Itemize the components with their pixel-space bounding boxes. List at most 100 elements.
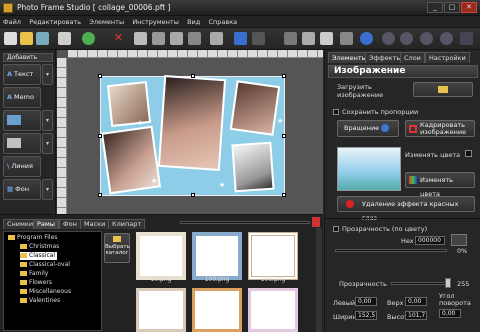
copy-icon[interactable]: [302, 32, 315, 45]
menu-view[interactable]: Вид: [184, 16, 203, 28]
frame-thumbnail[interactable]: [136, 232, 186, 280]
paste-icon[interactable]: [320, 32, 333, 45]
zoom-in-icon[interactable]: [382, 32, 395, 45]
crop-button[interactable]: Кадрировать изображение: [405, 120, 475, 137]
shape-dropdown[interactable]: ▾: [42, 133, 53, 154]
resize-handle[interactable]: [98, 134, 102, 138]
zoom-actual-icon[interactable]: [440, 32, 453, 45]
add-shape-button[interactable]: [3, 133, 41, 154]
frame-thumbnail[interactable]: [248, 232, 298, 280]
menu-elements[interactable]: Элементы: [86, 16, 127, 28]
rotate-button[interactable]: Вращение: [337, 120, 399, 137]
tree-item[interactable]: Valentines: [20, 297, 60, 305]
resize-handle[interactable]: [191, 74, 195, 78]
change-color-checkbox[interactable]: [465, 150, 472, 157]
zoom-100-icon[interactable]: [420, 32, 433, 45]
resize-handle[interactable]: [282, 193, 286, 197]
left-input[interactable]: 0,00: [355, 297, 377, 306]
tab-masks[interactable]: Маски: [80, 219, 110, 229]
tree-item[interactable]: Family: [20, 270, 48, 278]
add-icon[interactable]: [82, 32, 95, 45]
layer-up-icon[interactable]: [170, 32, 183, 45]
duplicate-icon[interactable]: [340, 32, 353, 45]
photo-1[interactable]: [106, 81, 152, 127]
background-dropdown[interactable]: ▾: [42, 179, 53, 200]
choose-catalog-button[interactable]: Выбрать каталог: [104, 233, 130, 263]
layer-front-icon[interactable]: [134, 32, 147, 45]
thumbnail-scrollbar[interactable]: [316, 228, 322, 332]
thumb-size-slider[interactable]: [180, 221, 310, 224]
folder-tree[interactable]: Program Files Christmas Classical Classi…: [3, 231, 102, 331]
tab-layers[interactable]: Слои: [400, 52, 425, 63]
hex-input[interactable]: 000000: [415, 236, 445, 245]
menu-help[interactable]: Справка: [205, 16, 240, 28]
transparency-checkbox[interactable]: Прозрачность (по цвету): [333, 225, 427, 233]
zoom-out-icon[interactable]: [400, 32, 413, 45]
add-memo-button[interactable]: A Memo: [3, 87, 41, 108]
minimize-button[interactable]: _: [427, 2, 443, 13]
frame-thumbnail[interactable]: [192, 288, 242, 332]
frame-thumbnail[interactable]: [248, 288, 298, 332]
tree-item[interactable]: Miscellaneous: [20, 288, 71, 296]
trash-icon[interactable]: [312, 217, 320, 227]
keep-proportions-checkbox[interactable]: Сохранить пропорции: [333, 108, 418, 116]
opacity-slider[interactable]: [391, 282, 451, 285]
tree-item[interactable]: Program Files: [8, 234, 57, 242]
eyedropper-icon[interactable]: [451, 234, 467, 246]
cut-icon[interactable]: [284, 32, 297, 45]
photo-2[interactable]: [157, 74, 227, 172]
transparency-slider[interactable]: [335, 249, 447, 252]
maximize-button[interactable]: □: [444, 2, 460, 13]
open-folder-icon[interactable]: [20, 32, 33, 45]
menu-file[interactable]: Файл: [0, 16, 24, 28]
frame-thumbnail[interactable]: [136, 288, 186, 332]
resize-handle[interactable]: [282, 74, 286, 78]
menu-tools[interactable]: Инструменты: [129, 16, 182, 28]
redo-icon[interactable]: [252, 32, 265, 45]
tree-item[interactable]: Christmas: [20, 243, 59, 251]
height-input[interactable]: 101,7: [405, 311, 427, 320]
layer-back-icon[interactable]: [152, 32, 165, 45]
image-dropdown[interactable]: ▾: [42, 110, 53, 131]
photo-5[interactable]: [231, 141, 275, 193]
print-icon[interactable]: [58, 32, 71, 45]
tab-settings[interactable]: Настройки: [425, 52, 470, 63]
align-icon[interactable]: [210, 32, 223, 45]
top-input[interactable]: 0,00: [405, 297, 427, 306]
menu-edit[interactable]: Редактировать: [26, 16, 84, 28]
tab-frames[interactable]: Рамы: [33, 219, 59, 229]
tab-snapshots[interactable]: Снимки: [3, 219, 38, 229]
resize-handle[interactable]: [191, 193, 195, 197]
tree-item[interactable]: Flowers: [20, 279, 52, 287]
delete-icon[interactable]: ✕: [112, 32, 125, 45]
tree-item-selected[interactable]: Classical: [20, 252, 58, 260]
resize-handle[interactable]: [282, 134, 286, 138]
new-file-icon[interactable]: [4, 32, 17, 45]
tree-item[interactable]: Classical-oval: [20, 261, 70, 269]
undo-icon[interactable]: [234, 32, 247, 45]
frame-thumbnail[interactable]: [192, 232, 242, 280]
save-icon[interactable]: [36, 32, 49, 45]
add-image-button[interactable]: [3, 110, 41, 131]
zoom-fit-icon[interactable]: [360, 32, 373, 45]
tab-clipart[interactable]: Клипарт: [108, 219, 146, 229]
width-input[interactable]: 152,5: [355, 311, 377, 320]
resize-handle[interactable]: [98, 74, 102, 78]
photo-3[interactable]: [229, 80, 281, 136]
add-background-button[interactable]: ▦ Фон: [3, 179, 41, 200]
red-eye-button[interactable]: Удаление эффекта красных глаз: [337, 196, 475, 222]
layer-down-icon[interactable]: [188, 32, 201, 45]
line-icon: \: [7, 162, 10, 170]
load-image-button[interactable]: [413, 82, 473, 97]
fullscreen-icon[interactable]: [460, 32, 473, 45]
change-color-button[interactable]: Изменять цвета: [405, 172, 475, 198]
text-dropdown[interactable]: ▾: [42, 64, 53, 85]
add-line-button[interactable]: \ Линия: [3, 156, 41, 177]
add-text-button[interactable]: A Текст: [3, 64, 41, 85]
close-button[interactable]: ✕: [461, 2, 477, 13]
opacity-slider-thumb[interactable]: [445, 278, 451, 288]
angle-input[interactable]: 0,00: [439, 309, 461, 318]
collage-frame[interactable]: ★ ★ ★ ★: [98, 74, 286, 197]
resize-handle[interactable]: [98, 193, 102, 197]
tab-backgrounds[interactable]: Фон: [59, 219, 81, 229]
